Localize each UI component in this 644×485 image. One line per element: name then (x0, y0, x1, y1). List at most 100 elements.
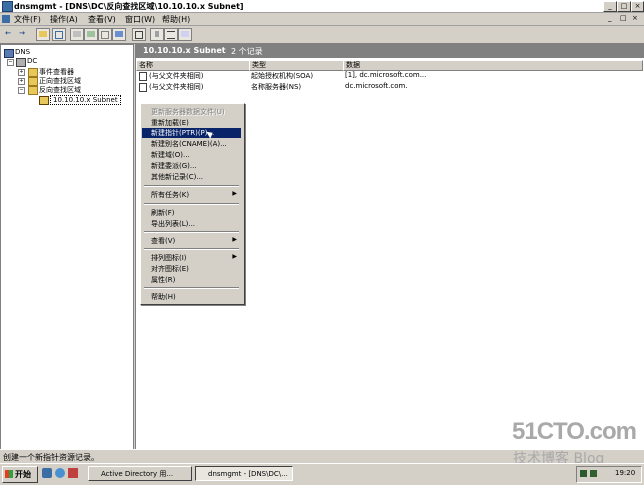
zone-header: 10.10.10.x Subnet 2 个记录 (135, 44, 644, 58)
record-data: dc.microsoft.com. (345, 82, 408, 90)
menu-refresh[interactable]: 刷新(F) (151, 208, 175, 218)
menu-other-records[interactable]: 其他新记录(C)... (151, 172, 203, 182)
menu-separator (144, 185, 239, 187)
menu-all-tasks-label: 所有任务(K) (151, 191, 190, 199)
tree-node-dns[interactable]: DNS (15, 48, 30, 56)
menu-view-label: 查看(V) (151, 237, 176, 245)
windows-logo-icon (5, 470, 13, 478)
taskbar-item-dnsmgmt[interactable]: dnsmgmt - [DNS\DC\... (195, 466, 293, 481)
tree-node-dc[interactable]: DC (27, 57, 37, 65)
menu-help[interactable]: 帮助(H) (151, 292, 176, 302)
maximize-button[interactable]: □ (617, 1, 631, 12)
dns-root-icon (4, 49, 14, 58)
menu-separator (144, 287, 239, 289)
context-menu: 更新服务器数据文件(U) 重新加载(E) 新建指针(PTR)(P)... 新建别… (140, 103, 245, 305)
zone-icon (39, 96, 49, 105)
submenu-arrow-icon: ▶ (232, 236, 237, 243)
menu-line-up-icons[interactable]: 对齐图标(E) (151, 264, 189, 274)
expander-reverse-zones[interactable]: − (18, 87, 25, 94)
event-viewer-icon (28, 68, 38, 77)
menu-new-ptr[interactable]: 新建指针(PTR)(P)... (142, 128, 241, 138)
menu-separator (144, 231, 239, 233)
menu-action[interactable]: 操作(A) (50, 14, 78, 25)
expander-dc[interactable]: − (7, 59, 14, 66)
record-type: 名称服务器(NS) (251, 83, 302, 91)
quicklaunch-app-icon[interactable] (68, 468, 78, 478)
window-title: dnsmgmt - [DNS\DC\反向查找区域\10.10.10.x Subn… (14, 2, 244, 11)
forward-button[interactable]: → (16, 28, 28, 39)
network-icon[interactable] (580, 470, 587, 477)
toolbar: ← → (0, 26, 644, 44)
menu-new-delegation[interactable]: 新建委派(G)... (151, 161, 197, 171)
list-icon[interactable] (164, 28, 178, 41)
taskbar-item-active-directory[interactable]: Active Directory 用... (88, 466, 192, 481)
quicklaunch-browser-icon[interactable] (42, 468, 52, 478)
record-name: (与父文件夹相同) (149, 72, 204, 80)
console-tree[interactable]: DNS − DC + 事件查看器 + 正向查找区域 − 反向查找区域 10.10… (0, 44, 134, 451)
submenu-arrow-icon: ▶ (232, 190, 237, 197)
record-icon[interactable] (178, 28, 192, 41)
properties-icon[interactable] (70, 28, 84, 41)
start-label: 开始 (15, 470, 31, 479)
menu-arrange-icons[interactable]: 排列图标(I) ▶ (151, 253, 241, 263)
expander-event-viewer[interactable]: + (18, 69, 25, 76)
expander-forward-zones[interactable]: + (18, 78, 25, 85)
record-name: (与父文件夹相同) (149, 83, 204, 91)
column-header-data[interactable]: 数据 (343, 60, 643, 71)
menu-new-cname[interactable]: 新建别名(CNAME)(A)... (151, 139, 227, 149)
record-data: [1], dc.microsoft.com... (345, 71, 427, 79)
menu-properties[interactable]: 属性(R) (151, 275, 175, 285)
new-window-icon[interactable] (132, 28, 146, 41)
menu-separator (144, 203, 239, 205)
export-list-icon[interactable] (98, 28, 112, 41)
menu-view[interactable]: 查看(V) (88, 14, 116, 25)
menu-separator (144, 248, 239, 250)
menu-help[interactable]: 帮助(H) (162, 14, 190, 25)
menu-window[interactable]: 窗口(W) (125, 14, 155, 25)
mmc-doc-icon[interactable] (2, 15, 10, 23)
menu-new-domain[interactable]: 新建域(O)... (151, 150, 190, 160)
record-type: 起始授权机构(SOA) (251, 72, 314, 80)
record-doc-icon (139, 83, 147, 92)
folder-open-icon (28, 86, 38, 95)
taskbar: 开始 Active Directory 用... dnsmgmt - [DNS\… (0, 463, 644, 485)
menu-file[interactable]: 文件(F) (14, 14, 41, 25)
record-doc-icon (139, 72, 147, 81)
mdi-maximize-button[interactable]: □ (620, 14, 627, 22)
menu-reload[interactable]: 重新加载(E) (151, 118, 189, 128)
minimize-button[interactable]: _ (603, 1, 617, 12)
tree-node-reverse-zones[interactable]: 反向查找区域 (39, 85, 81, 95)
show-tree-icon[interactable] (52, 28, 66, 41)
menu-view[interactable]: 查看(V) ▶ (151, 236, 241, 246)
status-text: 创建一个新指针资源记录。 (3, 453, 99, 462)
system-tray: 19:20 (576, 466, 642, 483)
refresh-icon[interactable] (84, 28, 98, 41)
quicklaunch-ie-icon[interactable] (55, 468, 65, 478)
title-bar[interactable]: dnsmgmt - [DNS\DC\反向查找区域\10.10.10.x Subn… (0, 0, 644, 13)
dns-app-icon (2, 1, 13, 12)
start-button[interactable]: 开始 (2, 466, 38, 483)
submenu-arrow-icon: ▶ (232, 253, 237, 260)
clock: 19:20 (615, 469, 636, 477)
close-button[interactable]: × (631, 1, 644, 12)
server-icon[interactable] (150, 28, 164, 41)
server-icon (16, 58, 26, 67)
mdi-minimize-button[interactable]: _ (608, 14, 612, 22)
record-count: 2 个记录 (231, 47, 263, 56)
menu-all-tasks[interactable]: 所有任务(K) ▶ (151, 190, 241, 200)
help-icon[interactable] (112, 28, 126, 41)
menu-bar: 文件(F) 操作(A) 查看(V) 窗口(W) 帮助(H) _ □ × (0, 13, 644, 26)
menu-export-list[interactable]: 导出列表(L)... (151, 219, 195, 229)
watermark-logo: 51CTO.com (512, 418, 637, 445)
back-button[interactable]: ← (2, 28, 14, 39)
menu-update-server-file: 更新服务器数据文件(U) (151, 108, 225, 116)
tree-node-subnet[interactable]: 10.10.10.x Subnet (50, 95, 121, 105)
vm-tools-icon[interactable] (590, 470, 597, 477)
folder-icon (28, 77, 38, 86)
menu-arrange-icons-label: 排列图标(I) (151, 254, 187, 262)
mdi-close-button[interactable]: × (632, 14, 638, 22)
column-header-name[interactable]: 名称 (136, 60, 250, 71)
up-folder-icon[interactable] (36, 28, 50, 41)
zone-name: 10.10.10.x Subnet (143, 46, 226, 55)
column-header-type[interactable]: 类型 (249, 60, 344, 71)
